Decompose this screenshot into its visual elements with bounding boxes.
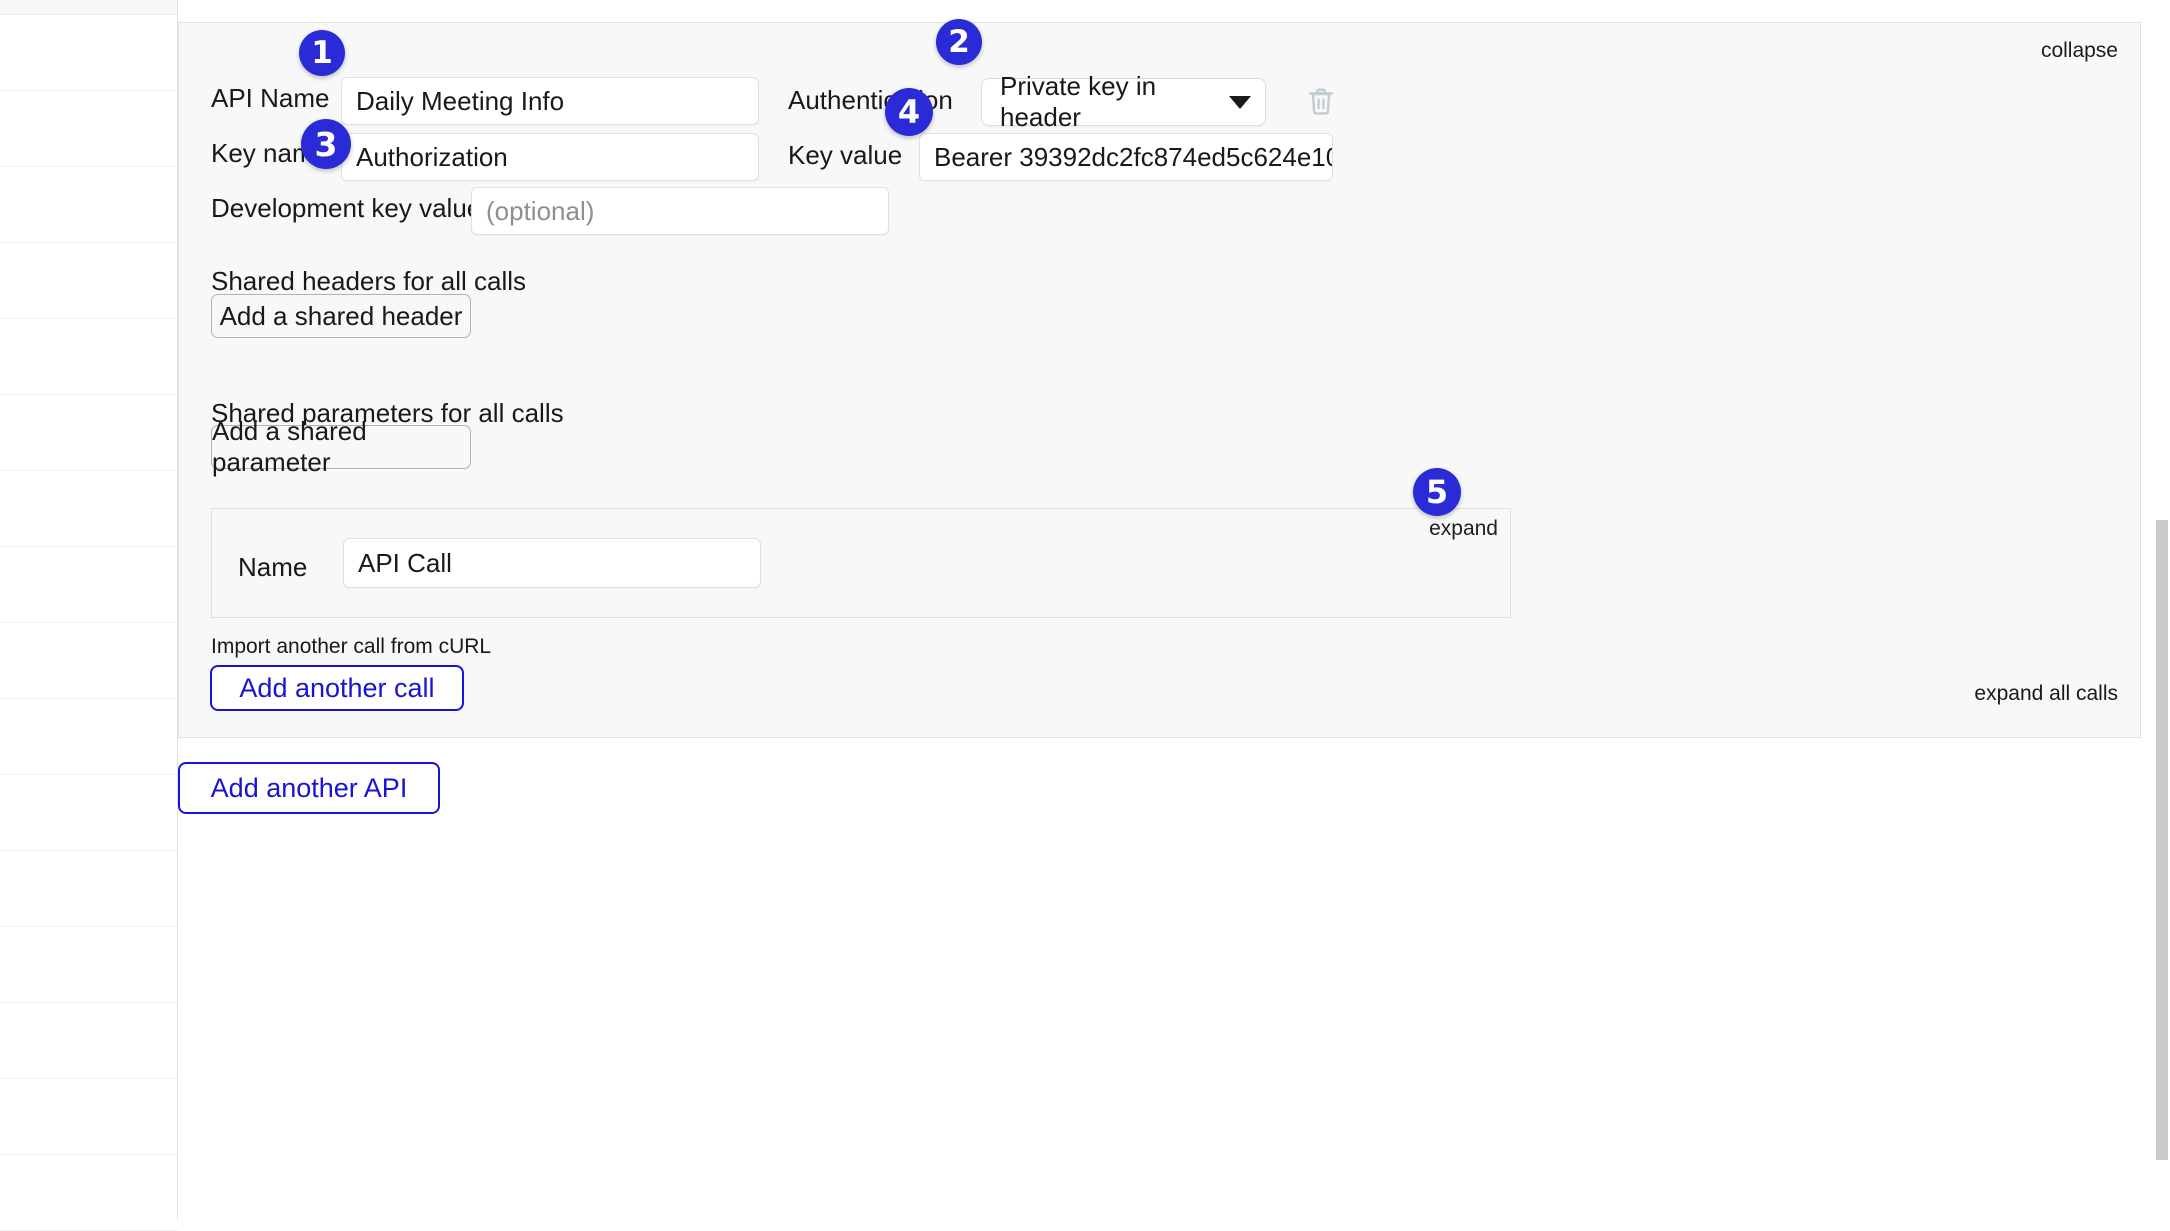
trash-icon — [1306, 86, 1336, 118]
development-key-value-label: Development key value — [211, 193, 481, 224]
sidebar-list-item[interactable] — [0, 91, 177, 167]
key-value-label-row: Key value — [788, 140, 902, 171]
sidebar-list-item[interactable] — [0, 1003, 177, 1079]
api-name-label: API Name — [211, 83, 330, 114]
sidebar-list-item[interactable] — [0, 775, 177, 851]
sidebar-list-item[interactable] — [0, 851, 177, 927]
sidebar-list-item[interactable] — [0, 471, 177, 547]
development-key-value-label-row: Development key value — [211, 193, 481, 224]
development-key-value-input[interactable]: (optional) — [471, 187, 889, 235]
authentication-select[interactable]: Private key in header — [981, 78, 1266, 126]
left-sidebar — [0, 0, 178, 1220]
annotation-badge-4: 4 — [885, 88, 933, 136]
sidebar-list-item[interactable] — [0, 395, 177, 471]
add-another-call-button[interactable]: Add another call — [210, 665, 464, 711]
sidebar-list-item[interactable] — [0, 623, 177, 699]
vertical-scrollbar-thumb[interactable] — [2156, 520, 2168, 1160]
key-value-label: Key value — [788, 140, 902, 171]
sidebar-header-strip — [0, 0, 177, 15]
add-another-api-button[interactable]: Add another API — [178, 762, 440, 814]
sidebar-list-item[interactable] — [0, 1079, 177, 1155]
key-name-input[interactable]: Authorization — [341, 133, 759, 181]
api-name-label-row: API Name — [211, 83, 330, 114]
sidebar-list-item[interactable] — [0, 699, 177, 775]
sidebar-list-item[interactable] — [0, 167, 177, 243]
vertical-scrollbar-track[interactable] — [2154, 0, 2170, 1220]
sidebar-list-item[interactable] — [0, 547, 177, 623]
call-name-label: Name — [238, 552, 307, 583]
chevron-down-icon — [1229, 96, 1251, 109]
expand-call-link[interactable]: expand — [1429, 517, 1498, 541]
shared-headers-title: Shared headers for all calls — [211, 266, 526, 297]
expand-all-calls-link[interactable]: expand all calls — [1974, 682, 2118, 706]
sidebar-list-item[interactable] — [0, 319, 177, 395]
annotation-badge-5: 5 — [1413, 468, 1461, 516]
authentication-selected-value: Private key in header — [1000, 71, 1219, 133]
api-name-input[interactable]: Daily Meeting Info — [341, 77, 759, 125]
sidebar-list-item[interactable] — [0, 927, 177, 1003]
annotation-badge-2: 2 — [936, 19, 982, 65]
annotation-badge-1: 1 — [299, 30, 345, 76]
collapse-link[interactable]: collapse — [2041, 39, 2118, 63]
annotation-badge-3: 3 — [301, 119, 351, 169]
key-value-input[interactable]: Bearer 39392dc2fc874ed5c624e10827061a — [919, 133, 1333, 181]
add-shared-parameter-button[interactable]: Add a shared parameter — [211, 425, 471, 469]
main-content-area: collapse API Name Daily Meeting Info Key… — [178, 0, 2170, 1220]
sidebar-list-item[interactable] — [0, 243, 177, 319]
delete-api-button[interactable] — [1297, 78, 1345, 126]
api-call-card: expand Name API Call — [211, 508, 1511, 618]
import-curl-note: Import another call from cURL — [211, 635, 491, 659]
call-name-input[interactable]: API Call — [343, 538, 761, 588]
sidebar-list-item[interactable] — [0, 15, 177, 91]
add-shared-header-button[interactable]: Add a shared header — [211, 294, 471, 338]
api-configuration-card: collapse API Name Daily Meeting Info Key… — [178, 22, 2141, 738]
